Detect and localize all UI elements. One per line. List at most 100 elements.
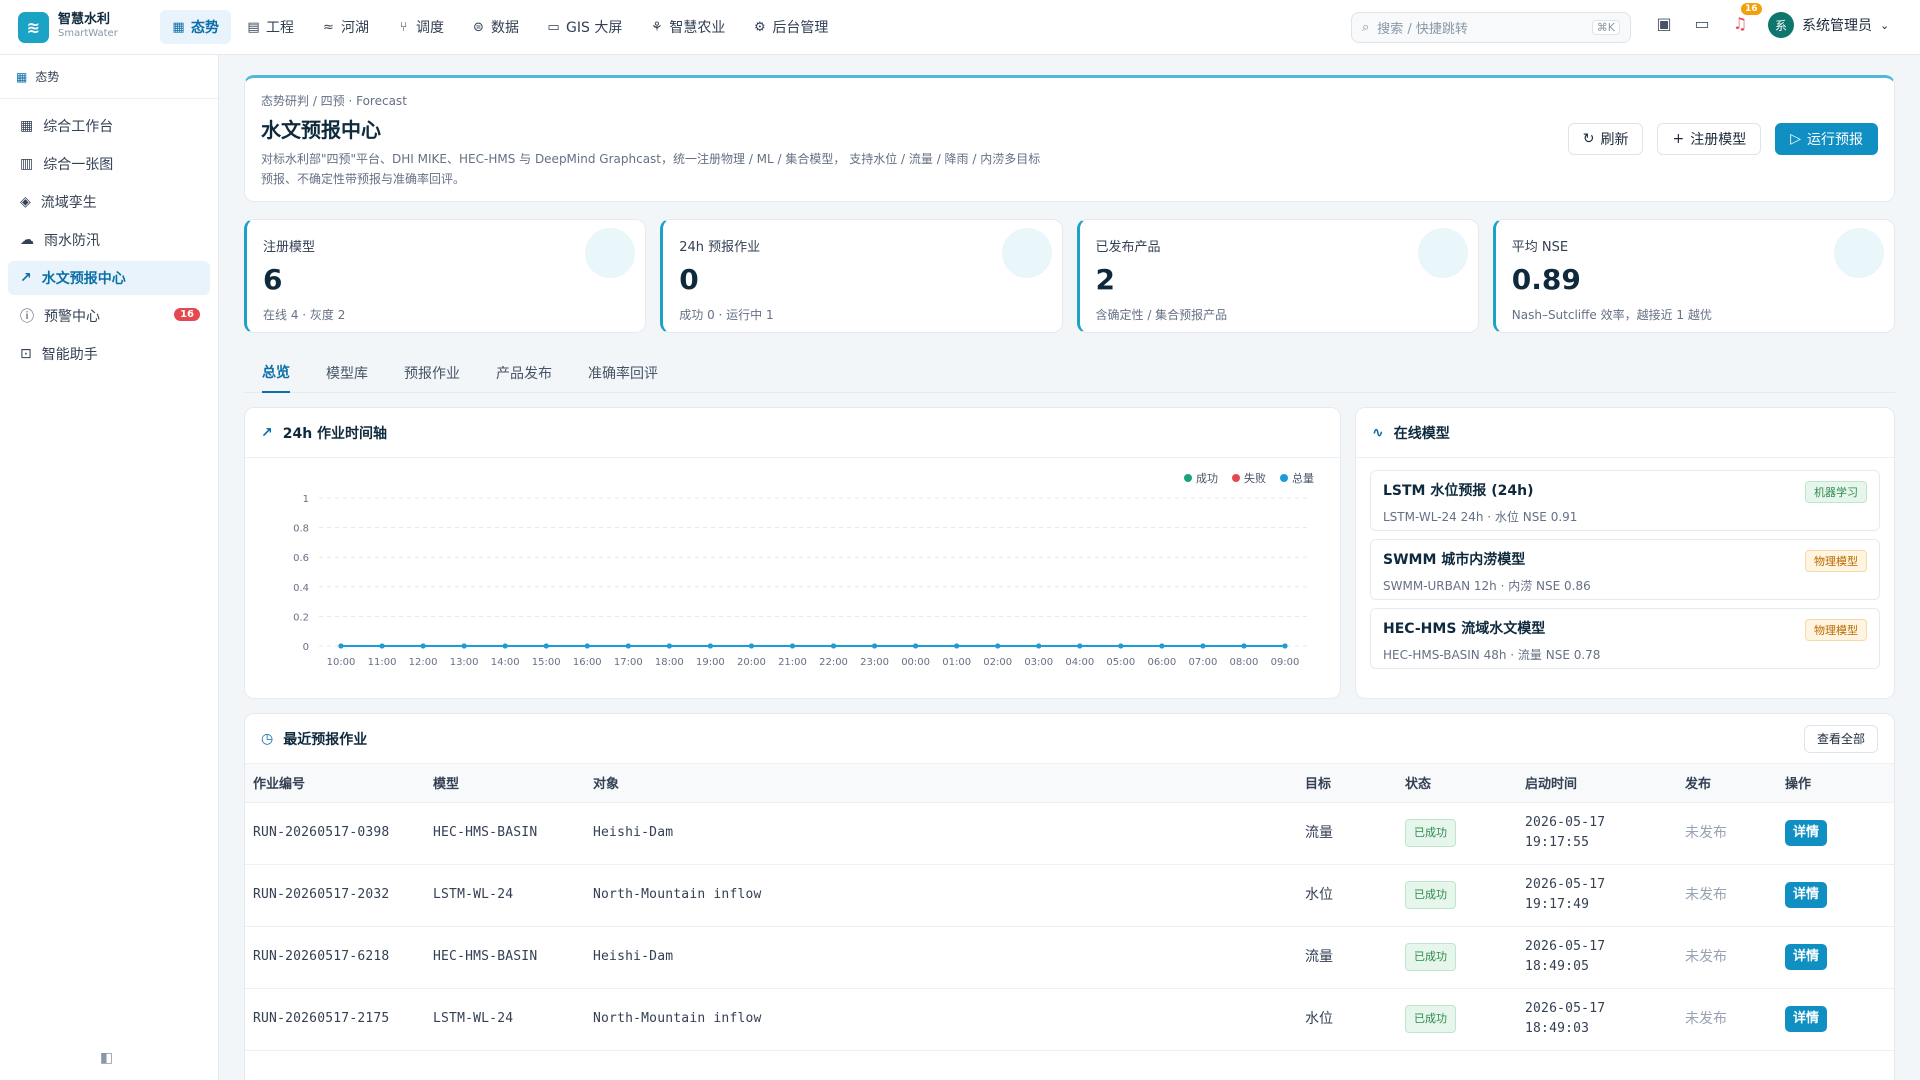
run-object: North-Mountain inflow (585, 988, 1297, 1051)
tab-model-library[interactable]: 模型库 (326, 353, 368, 393)
plus-icon: + (1672, 131, 1685, 147)
status-badge: 已成功 (1405, 819, 1456, 847)
y-tick-label: 0 (303, 642, 309, 653)
detail-button[interactable]: 详情 (1785, 1006, 1828, 1032)
column-header[interactable]: 操作 (1777, 764, 1894, 803)
model-item[interactable]: SWMM 城市内涝模型 SWMM-URBAN 12h · 内涝 NSE 0.86… (1370, 539, 1880, 600)
calendar-icon[interactable]: ▣ (1655, 14, 1673, 33)
column-header[interactable]: 模型 (425, 764, 585, 803)
kpi-decoration (1834, 228, 1884, 278)
column-header[interactable]: 启动时间 (1517, 764, 1677, 803)
kpi-label: 已发布产品 (1095, 240, 1161, 255)
detail-button[interactable]: 详情 (1785, 820, 1828, 846)
x-tick-label: 11:00 (368, 657, 397, 668)
run-id: RUN-20260517-6218 (245, 926, 425, 989)
refresh-button[interactable]: ↻ 刷新 (1567, 123, 1644, 155)
status-badge: 已成功 (1405, 881, 1456, 909)
run-model: HEC-HMS-BASIN (425, 926, 585, 989)
sidebar-item-basin-twin[interactable]: ◈ 流域孪生 (8, 185, 210, 219)
run-start-time: 2026-05-17 19:17:49 (1517, 864, 1677, 927)
nav-item-data[interactable]: ⊜ 数据 (460, 10, 531, 44)
nav-item-gis[interactable]: ▭ GIS 大屏 (535, 10, 634, 44)
run-forecast-button[interactable]: ▷ 运行预报 (1775, 123, 1878, 155)
sidebar-item-alerts[interactable]: ⓘ 预警中心 16 (8, 299, 210, 333)
brand[interactable]: ≋ 智慧水利 SmartWater (0, 11, 160, 43)
top-actions: ▣ ▭ ♫ 16 (1655, 3, 1762, 33)
search-shortcut: ⌘K (1591, 20, 1620, 35)
x-tick-label: 18:00 (655, 657, 684, 668)
nav-label: 态势 (191, 20, 219, 36)
sidebar-collapse-icon[interactable]: ◧ (100, 1050, 113, 1066)
detail-button[interactable]: 详情 (1785, 882, 1828, 908)
tab-overview[interactable]: 总览 (262, 353, 290, 393)
run-publish: 未发布 (1677, 864, 1777, 927)
run-model: LSTM-WL-24 (425, 864, 585, 927)
monitor-icon[interactable]: ▭ (1693, 14, 1711, 33)
column-header[interactable]: 状态 (1397, 764, 1517, 803)
nav-item-admin[interactable]: ⚙ 后台管理 (741, 10, 840, 44)
column-header[interactable]: 对象 (585, 764, 1297, 803)
legend-item[interactable]: 失败 (1232, 470, 1266, 486)
column-header[interactable]: 发布 (1677, 764, 1777, 803)
run-object: North-Mountain inflow (585, 864, 1297, 927)
table-row[interactable]: RUN-20260517-2175 LSTM-WL-24 North-Mount… (245, 988, 1894, 1051)
sidebar-item-label: 智能助手 (41, 347, 98, 363)
view-all-button[interactable]: 查看全部 (1803, 724, 1878, 753)
waves-icon: ≋ (18, 11, 49, 43)
model-meta: HEC-HMS-BASIN 48h · 流量 NSE 0.78 (1383, 648, 1601, 662)
kpi-decoration (1417, 228, 1468, 278)
x-tick-label: 04:00 (1065, 657, 1094, 668)
register-model-button[interactable]: + 注册模型 (1657, 123, 1762, 155)
notification-badge: 16 (1741, 3, 1762, 15)
legend-item[interactable]: 成功 (1184, 470, 1218, 486)
detail-button[interactable]: 详情 (1785, 944, 1828, 970)
table-row[interactable]: RUN-20260517-0398 HEC-HMS-BASIN Heishi-D… (245, 802, 1894, 865)
column-header[interactable]: 作业编号 (245, 764, 425, 803)
model-item[interactable]: HEC-HMS 流域水文模型 HEC-HMS-BASIN 48h · 流量 NS… (1370, 608, 1880, 669)
x-tick-label: 00:00 (901, 657, 930, 668)
nav-item-situation[interactable]: ▦ 态势 (160, 10, 231, 44)
tab-product-release[interactable]: 产品发布 (496, 353, 552, 393)
alert-circle-icon: ⓘ (20, 309, 34, 325)
data-point (1036, 643, 1042, 649)
data-point (995, 643, 1001, 649)
model-item[interactable]: LSTM 水位预报 (24h) LSTM-WL-24 24h · 水位 NSE … (1370, 470, 1880, 531)
sidebar-item-assistant[interactable]: ⊡ 智能助手 (8, 337, 210, 371)
bell-icon[interactable]: ♫ 16 (1731, 3, 1762, 33)
data-point (1118, 643, 1124, 649)
table-row[interactable]: RUN-20260517-6218 HEC-HMS-BASIN Heishi-D… (245, 926, 1894, 989)
tab-bar: 总览 模型库 预报作业 产品发布 准确率回评 (244, 353, 1895, 393)
nav-label: 调度 (416, 20, 444, 36)
nav-item-agriculture[interactable]: ⚘ 智慧农业 (638, 10, 737, 44)
refresh-icon: ↻ (1582, 131, 1595, 147)
table-row[interactable]: RUN-20260517-2032 LSTM-WL-24 North-Mount… (245, 864, 1894, 927)
sidebar-item-one-map[interactable]: ▥ 综合一张图 (8, 147, 210, 181)
nav-item-engineering[interactable]: ▤ 工程 (235, 10, 306, 44)
legend-item[interactable]: 总量 (1280, 470, 1314, 486)
kpi-value: 0 (679, 263, 699, 296)
user-menu[interactable]: 系 系统管理员 ⌄ (1768, 12, 1889, 38)
data-point (1200, 643, 1206, 649)
nav-item-dispatch[interactable]: ⑂ 调度 (385, 10, 456, 44)
data-point (379, 643, 385, 649)
sidebar-item-forecast[interactable]: ↗ 水文预报中心 (8, 261, 210, 295)
sidebar-item-label: 综合工作台 (43, 119, 114, 135)
nav-item-rivers[interactable]: ≈ 河湖 (310, 10, 381, 44)
sidebar-item-flood[interactable]: ☁ 雨水防汛 (8, 223, 210, 257)
sidebar-item-workbench[interactable]: ▦ 综合工作台 (8, 109, 210, 143)
tab-forecast-jobs[interactable]: 预报作业 (404, 353, 460, 393)
data-point (584, 643, 590, 649)
column-header[interactable]: 目标 (1297, 764, 1397, 803)
model-meta: SWMM-URBAN 12h · 内涝 NSE 0.86 (1383, 579, 1591, 593)
tab-accuracy-review[interactable]: 准确率回评 (588, 353, 658, 393)
kpi-card-jobs: 24h 预报作业 0 成功 0 · 运行中 1 (660, 219, 1063, 333)
data-point (954, 643, 960, 649)
page-description: 对标水利部"四预"平台、DHI MIKE、HEC-HMS 与 DeepMind … (261, 152, 1041, 186)
model-tag: 物理模型 (1805, 550, 1867, 572)
run-label: 运行预报 (1807, 132, 1863, 148)
x-tick-label: 17:00 (614, 657, 643, 668)
online-models-header: ∿ 在线模型 (1356, 408, 1894, 458)
search-input[interactable]: ⌕ 搜索 / 快捷跳转 ⌘K (1351, 12, 1631, 43)
online-models-title: 在线模型 (1393, 425, 1450, 442)
run-time: 19:17:55 (1525, 835, 1590, 850)
